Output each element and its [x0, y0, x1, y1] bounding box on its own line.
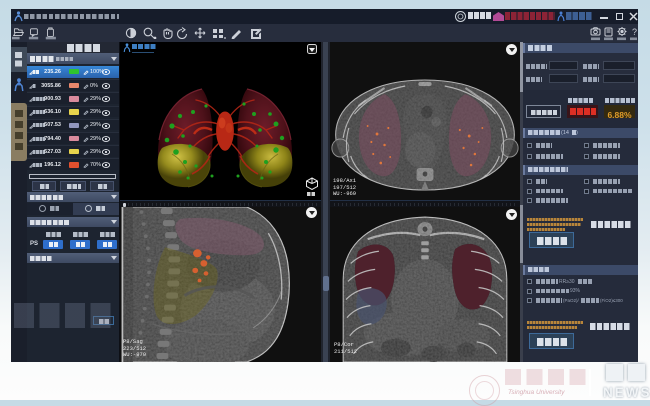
- svg-text:?: ?: [632, 27, 637, 37]
